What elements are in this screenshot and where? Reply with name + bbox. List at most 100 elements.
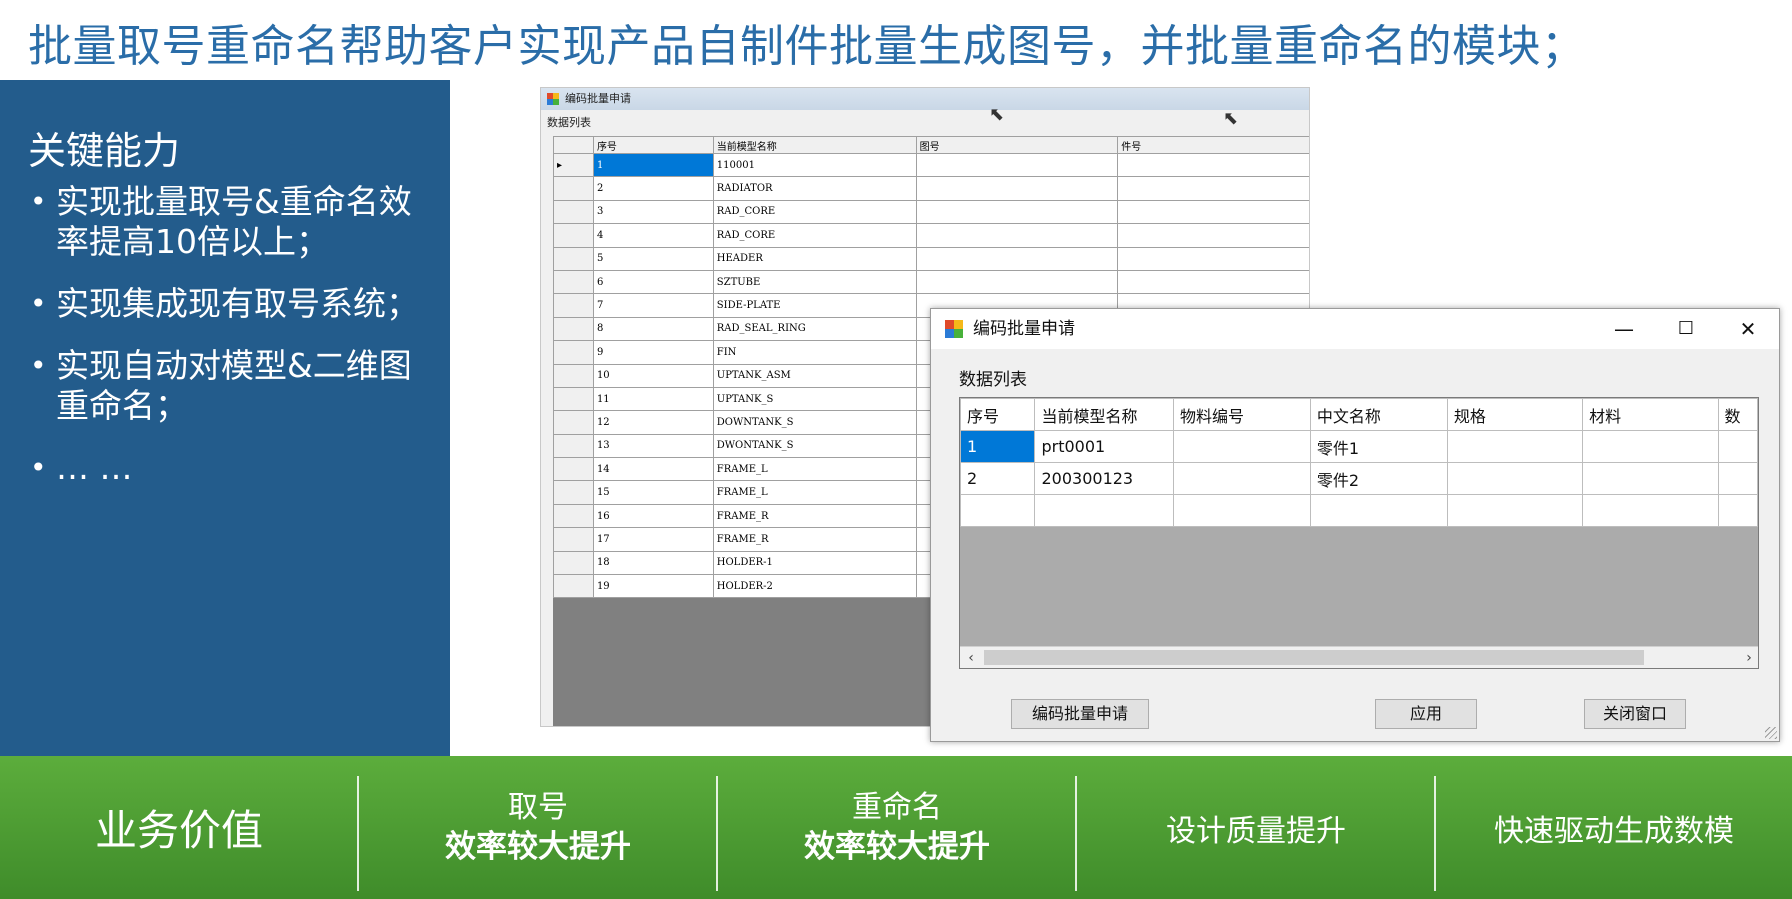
table-cell[interactable]: 3 (592, 199, 714, 225)
row-header-cell[interactable] (553, 503, 594, 529)
table-cell[interactable] (1582, 494, 1719, 527)
table-cell[interactable] (1117, 152, 1309, 178)
scroll-left-icon[interactable]: ‹ (960, 647, 982, 668)
table-cell[interactable]: 19 (592, 574, 714, 599)
table-cell[interactable]: RAD_SEAL_RING (712, 316, 917, 342)
table-cell[interactable] (915, 246, 1119, 271)
column-header[interactable]: 中文名称 (1309, 398, 1448, 431)
new-row[interactable] (960, 494, 1758, 527)
table-cell[interactable] (1172, 430, 1311, 463)
table-cell[interactable]: 2 (960, 462, 1036, 495)
row-header-cell[interactable] (553, 386, 594, 412)
dialog-titlebar[interactable]: 编码批量申请 — ☐ ✕ (931, 309, 1779, 349)
table-cell[interactable] (1717, 494, 1758, 527)
table-cell[interactable]: 13 (592, 433, 714, 459)
table-cell[interactable] (1582, 430, 1719, 463)
table-row[interactable]: ▸ 1 110001 (553, 152, 1309, 178)
table-cell[interactable] (1446, 462, 1584, 495)
table-cell[interactable]: prt0001 (1034, 430, 1174, 463)
table-cell[interactable]: 18 (592, 550, 714, 576)
resize-grip-icon[interactable] (1765, 727, 1777, 739)
table-cell[interactable] (1717, 430, 1758, 463)
table-cell[interactable] (960, 494, 1036, 527)
table-cell[interactable]: 2 (592, 176, 714, 201)
table-cell[interactable] (1117, 176, 1309, 201)
table-cell[interactable]: FRAME_L (712, 457, 917, 482)
scrollbar-thumb[interactable] (984, 650, 1644, 665)
table-cell[interactable]: 1 (592, 152, 714, 178)
batch-code-request-button[interactable]: 编码批量申请 (1011, 699, 1149, 729)
row-header-cell[interactable] (553, 363, 594, 388)
table-cell[interactable] (915, 152, 1119, 178)
row-header-cell[interactable] (553, 199, 594, 225)
table-cell[interactable]: 11 (592, 386, 714, 412)
table-cell[interactable] (915, 176, 1119, 201)
table-cell[interactable]: 5 (592, 246, 714, 271)
table-cell[interactable]: 1 (960, 430, 1036, 463)
table-cell[interactable] (1446, 430, 1584, 463)
table-cell[interactable]: 8 (592, 316, 714, 342)
table-cell[interactable]: RAD_CORE (712, 223, 917, 248)
table-cell[interactable]: RADIATOR (712, 176, 917, 201)
table-cell[interactable]: HOLDER-2 (712, 574, 917, 599)
table-cell[interactable] (1446, 494, 1584, 527)
table-cell[interactable]: 6 (592, 269, 714, 295)
table-row[interactable]: 1 prt0001 零件1 (960, 430, 1758, 463)
table-cell[interactable]: 14 (592, 457, 714, 482)
table-cell[interactable]: 17 (592, 527, 714, 552)
table-cell[interactable] (915, 269, 1119, 295)
table-cell[interactable]: SIDE-PLATE (712, 293, 917, 318)
table-cell[interactable]: DOWNTANK_S (712, 410, 917, 435)
table-cell[interactable] (1034, 494, 1174, 527)
table-cell[interactable] (1717, 462, 1758, 495)
table-cell[interactable]: FRAME_L (712, 480, 917, 505)
table-cell[interactable]: HOLDER-1 (712, 550, 917, 576)
table-cell[interactable]: RAD_CORE (712, 199, 917, 225)
table-cell[interactable] (1172, 494, 1311, 527)
row-header-cell[interactable] (553, 410, 594, 435)
column-header[interactable]: 图号 (915, 136, 1119, 154)
column-header[interactable]: 物料编号 (1172, 398, 1311, 431)
dialog-data-grid[interactable]: 序号 当前模型名称 物料编号 中文名称 规格 材料 数 1 prt0001 零件… (959, 397, 1759, 669)
table-cell[interactable]: UPTANK_ASM (712, 363, 917, 388)
row-header-cell[interactable] (553, 293, 594, 318)
table-cell[interactable]: 9 (592, 340, 714, 365)
row-header-cell[interactable] (553, 340, 594, 365)
column-header[interactable]: 当前模型名称 (1034, 398, 1174, 431)
scroll-right-icon[interactable]: › (1738, 647, 1758, 668)
row-header-cell[interactable] (553, 316, 594, 342)
table-cell[interactable] (915, 199, 1119, 225)
table-row[interactable]: 2 RADIATOR (553, 176, 1309, 201)
table-cell[interactable]: 10 (592, 363, 714, 388)
column-header[interactable]: 规格 (1446, 398, 1584, 431)
table-cell[interactable]: 16 (592, 503, 714, 529)
table-row[interactable]: 5 HEADER (553, 246, 1309, 271)
table-cell[interactable]: 7 (592, 293, 714, 318)
row-header-cell[interactable] (553, 457, 594, 482)
table-cell[interactable]: 零件1 (1309, 430, 1448, 463)
row-header-cell[interactable] (553, 176, 594, 201)
row-header-cell[interactable] (553, 527, 594, 552)
table-row[interactable]: 6 SZTUBE (553, 269, 1309, 295)
table-cell[interactable]: 12 (592, 410, 714, 435)
horizontal-scrollbar[interactable]: ‹ › (960, 646, 1758, 668)
table-cell[interactable]: FIN (712, 340, 917, 365)
table-cell[interactable]: 零件2 (1309, 462, 1448, 495)
column-header[interactable]: 材料 (1582, 398, 1719, 431)
minimize-button[interactable]: — (1593, 309, 1655, 349)
close-button[interactable]: ✕ (1717, 309, 1779, 349)
row-header-cell[interactable] (553, 269, 594, 295)
table-cell[interactable]: UPTANK_S (712, 386, 917, 412)
table-cell[interactable]: 200300123 (1034, 462, 1174, 495)
column-header[interactable]: 数 (1717, 398, 1758, 431)
column-header[interactable]: 件号 (1117, 136, 1309, 154)
table-cell[interactable] (1117, 269, 1309, 295)
column-header[interactable]: 序号 (592, 136, 714, 154)
table-cell[interactable]: 4 (592, 223, 714, 248)
table-cell[interactable]: FRAME_R (712, 527, 917, 552)
table-row[interactable]: 2 200300123 零件2 (960, 462, 1758, 495)
row-header-cell[interactable] (553, 574, 594, 599)
table-row[interactable]: 4 RAD_CORE (553, 223, 1309, 248)
row-header-cell[interactable] (553, 223, 594, 248)
table-cell[interactable] (1117, 199, 1309, 225)
